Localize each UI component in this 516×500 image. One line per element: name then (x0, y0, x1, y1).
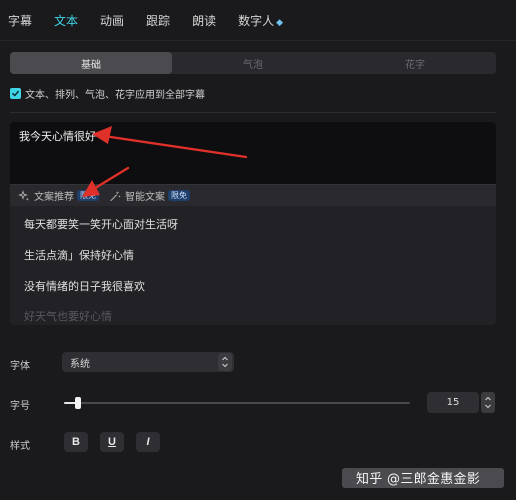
suggestion-toolbar: 文案推荐 限免 智能文案 限免 (10, 184, 496, 206)
size-number-input[interactable]: 15 (427, 392, 479, 413)
segment-bubble[interactable]: 气泡 (172, 52, 334, 74)
tab-read-aloud[interactable]: 朗读 (192, 12, 216, 29)
size-slider-track[interactable] (64, 402, 410, 404)
segment-basic[interactable]: 基础 (10, 52, 172, 74)
bold-icon: B (72, 436, 80, 448)
tab-animation[interactable]: 动画 (100, 12, 124, 29)
suggestion-item[interactable]: 好天气也要好心情 (24, 308, 112, 324)
tab-digital-human[interactable]: 数字人 ◆ (238, 12, 283, 29)
section-divider (10, 112, 496, 113)
style-label: 样式 (10, 441, 30, 452)
style-segment-control: 基础 气泡 花字 (10, 52, 496, 74)
smart-copy-label: 智能文案 (125, 192, 165, 203)
check-icon (12, 90, 19, 97)
watermark: 知乎 @三郎金惠金影 (356, 472, 481, 487)
size-stepper[interactable] (481, 392, 495, 413)
size-label: 字号 (10, 401, 30, 412)
free-badge: 限免 (77, 190, 99, 201)
tab-digital-human-label: 数字人 (238, 13, 275, 28)
magic-wand-icon (110, 190, 121, 201)
copy-recommend-button[interactable]: 文案推荐 限免 (18, 188, 99, 203)
tabs-divider (0, 40, 516, 41)
font-label: 字体 (10, 361, 30, 372)
tab-subtitle[interactable]: 字幕 (8, 12, 32, 29)
underline-button[interactable]: U (100, 432, 124, 452)
diamond-icon: ◆ (276, 17, 284, 28)
tab-text[interactable]: 文本 (54, 12, 78, 29)
top-tabs: 字幕 文本 动画 跟踪 朗读 数字人 ◆ (0, 0, 516, 40)
suggestion-item[interactable]: 生活点滴」保持好心情 (24, 247, 134, 263)
size-slider-thumb[interactable] (74, 397, 81, 409)
italic-button[interactable]: I (136, 432, 160, 452)
free-badge: 限免 (168, 190, 190, 201)
up-down-chevron-icon (218, 353, 232, 371)
copy-recommend-label: 文案推荐 (34, 192, 74, 203)
smart-copy-button[interactable]: 智能文案 限免 (109, 188, 190, 203)
italic-icon: I (146, 436, 150, 448)
sparkle-icon (18, 189, 29, 201)
suggestion-list: 每天都要笑一笑开心面对生活呀 生活点滴」保持好心情 没有情绪的日子我很喜欢 好天… (10, 206, 496, 325)
font-select[interactable]: 系统 (62, 352, 234, 372)
segment-fancy-text[interactable]: 花字 (334, 52, 496, 74)
apply-all-row[interactable]: 文本、排列、气泡、花字应用到全部字幕 (10, 86, 205, 101)
suggestion-item[interactable]: 每天都要笑一笑开心面对生活呀 (24, 216, 178, 232)
font-select-value: 系统 (70, 358, 90, 370)
apply-all-checkbox[interactable] (10, 88, 21, 99)
up-down-chevron-icon (485, 396, 491, 409)
apply-all-label: 文本、排列、气泡、花字应用到全部字幕 (25, 90, 205, 101)
subtitle-text-input[interactable]: 我今天心情很好 (10, 122, 496, 184)
suggestion-item[interactable]: 没有情绪的日子我很喜欢 (24, 278, 145, 294)
underline-icon: U (108, 436, 116, 448)
bold-button[interactable]: B (64, 432, 88, 452)
tab-tracking[interactable]: 跟踪 (146, 12, 170, 29)
